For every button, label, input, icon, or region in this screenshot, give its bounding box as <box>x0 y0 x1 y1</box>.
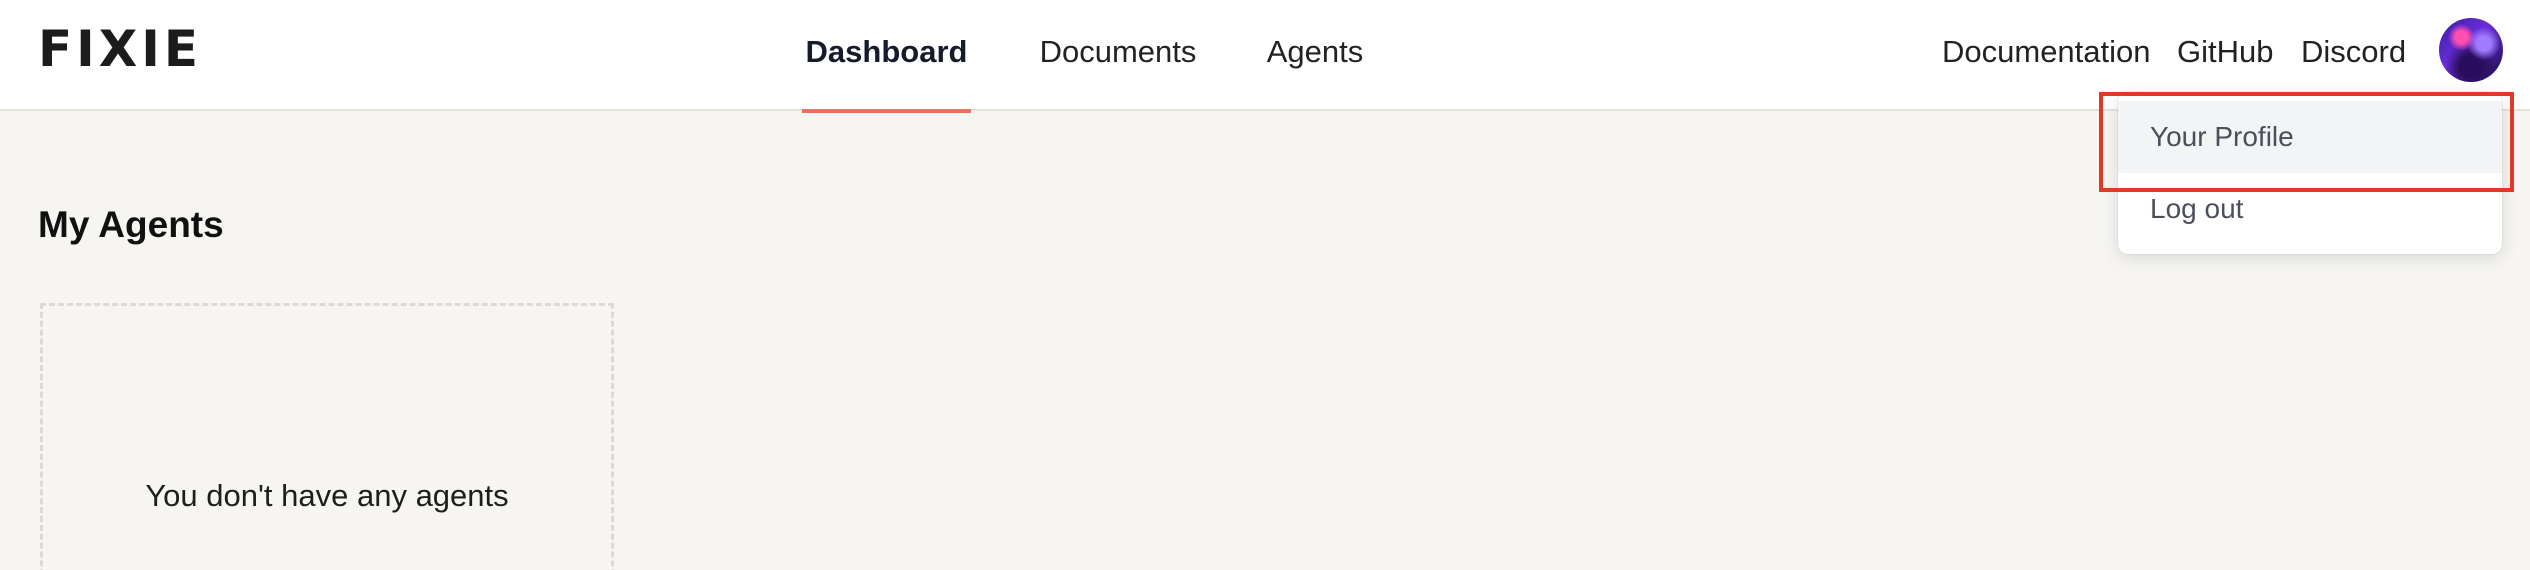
user-menu-dropdown: Your Profile Log out <box>2118 92 2502 254</box>
documentation-link[interactable]: Documentation <box>1942 0 2151 104</box>
empty-agents-card: You don't have any agents <box>40 303 614 570</box>
empty-state-message: You don't have any agents <box>145 478 509 513</box>
menu-item-your-profile[interactable]: Your Profile <box>2118 101 2502 173</box>
tab-documents[interactable]: Documents <box>1033 0 1203 111</box>
page-title: My Agents <box>38 204 224 245</box>
tab-agents[interactable]: Agents <box>1262 0 1368 111</box>
github-link[interactable]: GitHub <box>2177 0 2273 104</box>
fixie-logo[interactable]: FIXIE <box>38 24 202 74</box>
discord-link[interactable]: Discord <box>2301 0 2406 104</box>
user-avatar-icon[interactable] <box>2439 18 2503 82</box>
menu-item-log-out[interactable]: Log out <box>2118 173 2502 245</box>
tab-dashboard[interactable]: Dashboard <box>802 0 971 113</box>
